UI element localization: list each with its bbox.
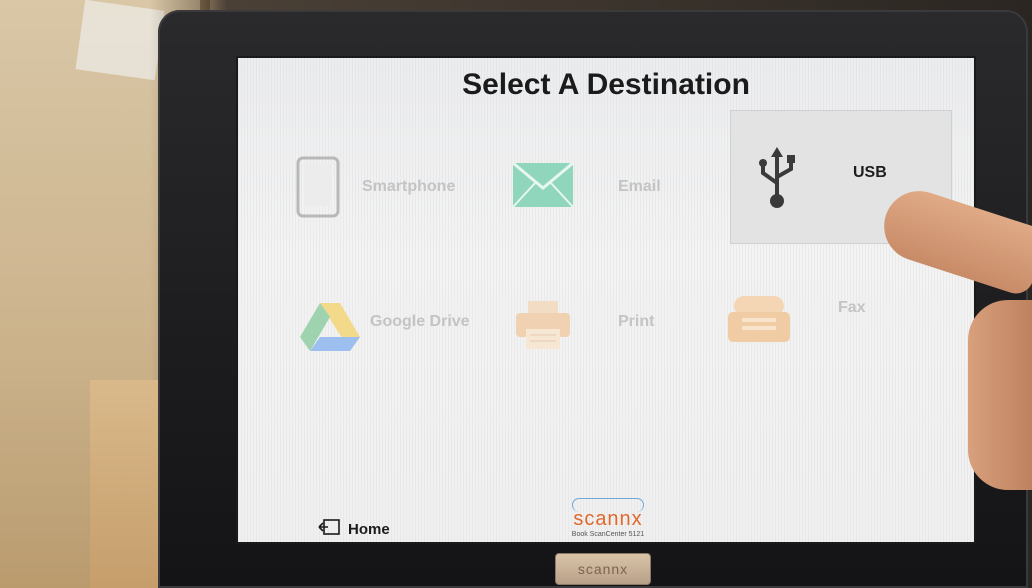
google-drive-icon: [300, 303, 360, 356]
page-title: Select A Destination: [462, 68, 750, 101]
destination-smartphone[interactable]: Smartphone: [278, 128, 498, 246]
envelope-icon: [512, 161, 574, 213]
destination-label: Fax: [838, 299, 866, 316]
printer-icon: [514, 301, 572, 354]
destination-label: Print: [618, 313, 655, 330]
destination-label: USB: [853, 164, 887, 181]
destination-label: Smartphone: [362, 178, 456, 195]
destination-fax[interactable]: Fax: [718, 256, 958, 374]
smartphone-icon: [296, 156, 340, 223]
destination-label: Google Drive: [370, 313, 470, 330]
brand-subtitle: Book ScanCenter 5121: [571, 531, 645, 538]
exit-icon: [318, 519, 340, 539]
home-button[interactable]: Home: [318, 516, 390, 542]
device-logo: scannx: [555, 553, 651, 585]
touch-screen: Select A Destination Smartphone Email US…: [236, 56, 976, 544]
home-label: Home: [348, 520, 390, 538]
user-hand: [968, 300, 1032, 490]
destination-email[interactable]: Email: [508, 128, 728, 246]
usb-icon: [757, 147, 797, 214]
destination-label: Email: [618, 178, 661, 195]
cloud-icon: [572, 498, 644, 512]
destination-google-drive[interactable]: Google Drive: [278, 263, 518, 381]
destination-print[interactable]: Print: [508, 263, 728, 381]
fax-icon: [728, 296, 790, 347]
brand-logo: scannx Book ScanCenter 5121: [558, 498, 658, 542]
